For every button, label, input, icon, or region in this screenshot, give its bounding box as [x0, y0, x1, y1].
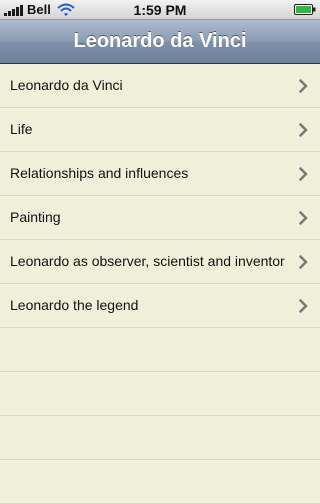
- list-item-label: Relationships and influences: [10, 165, 189, 181]
- list-item-label: Leonardo da Vinci: [10, 77, 123, 93]
- list-item-relationships-and-influences[interactable]: Relationships and influences: [0, 152, 320, 196]
- chevron-right-icon: [299, 79, 308, 93]
- list-item-label: Painting: [10, 209, 61, 225]
- chevron-right-icon: [299, 167, 308, 181]
- status-bar: Bell 1:59 PM: [0, 0, 320, 20]
- list-item-label: Leonardo as observer, scientist and inve…: [10, 253, 285, 269]
- list-item-observer-scientist-inventor[interactable]: Leonardo as observer, scientist and inve…: [0, 240, 320, 284]
- chevron-right-icon: [299, 211, 308, 225]
- empty-row: [0, 416, 320, 460]
- list-item-leonardo-da-vinci[interactable]: Leonardo da Vinci: [0, 64, 320, 108]
- chevron-right-icon: [299, 123, 308, 137]
- navigation-bar: Leonardo da Vinci: [0, 20, 320, 64]
- list-item-life[interactable]: Life: [0, 108, 320, 152]
- list-item-label: Leonardo the legend: [10, 297, 139, 313]
- chevron-right-icon: [299, 255, 308, 269]
- list-item-leonardo-the-legend[interactable]: Leonardo the legend: [0, 284, 320, 328]
- page-title: Leonardo da Vinci: [73, 30, 247, 52]
- chevron-right-icon: [299, 299, 308, 313]
- topic-list: Leonardo da Vinci Life Relationships and…: [0, 64, 320, 504]
- empty-row: [0, 460, 320, 504]
- list-item-label: Life: [10, 121, 33, 137]
- list-item-painting[interactable]: Painting: [0, 196, 320, 240]
- empty-row: [0, 372, 320, 416]
- empty-row: [0, 328, 320, 372]
- battery-icon: [294, 4, 316, 15]
- status-time: 1:59 PM: [133, 2, 187, 18]
